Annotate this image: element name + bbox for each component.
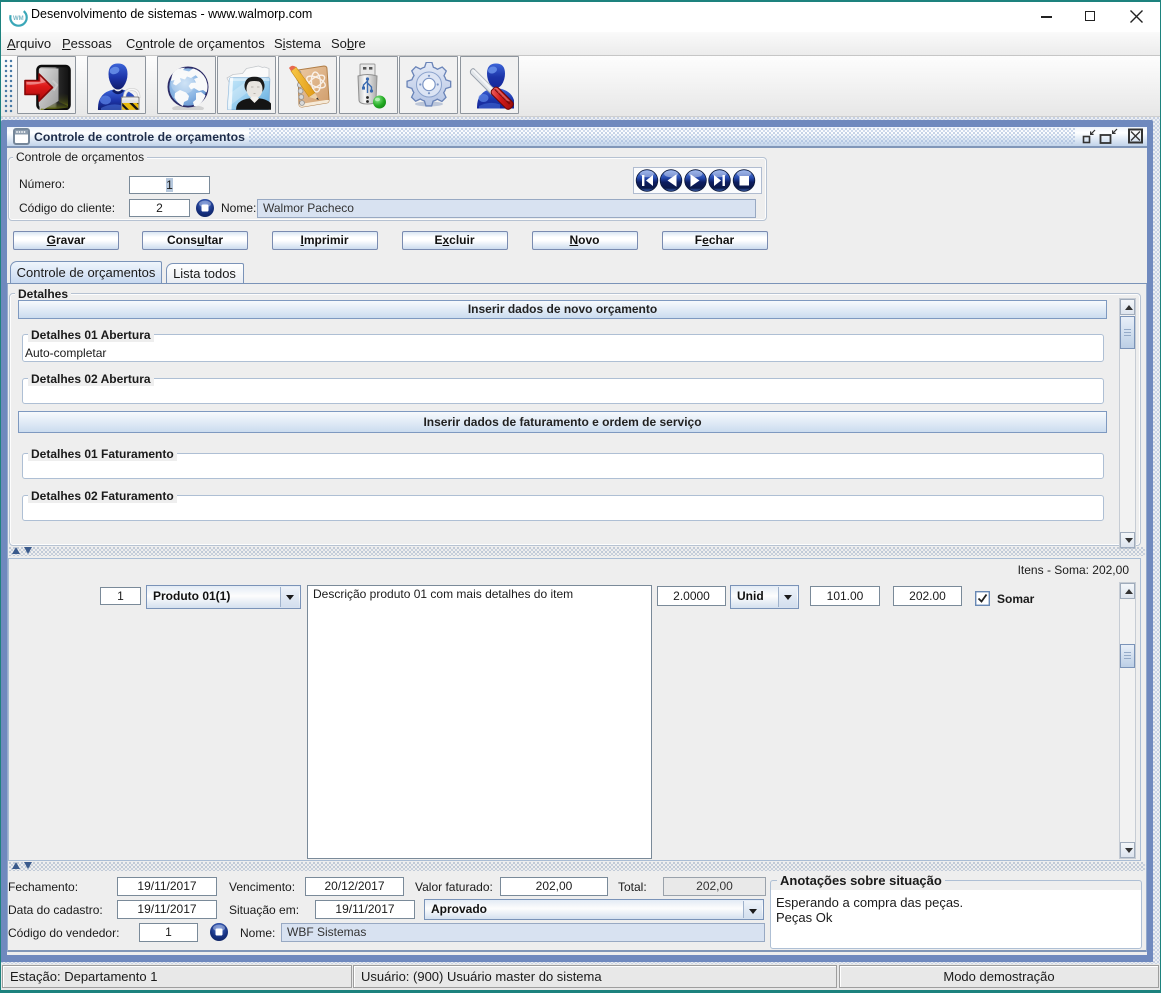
svg-text:WM: WM: [13, 16, 24, 22]
